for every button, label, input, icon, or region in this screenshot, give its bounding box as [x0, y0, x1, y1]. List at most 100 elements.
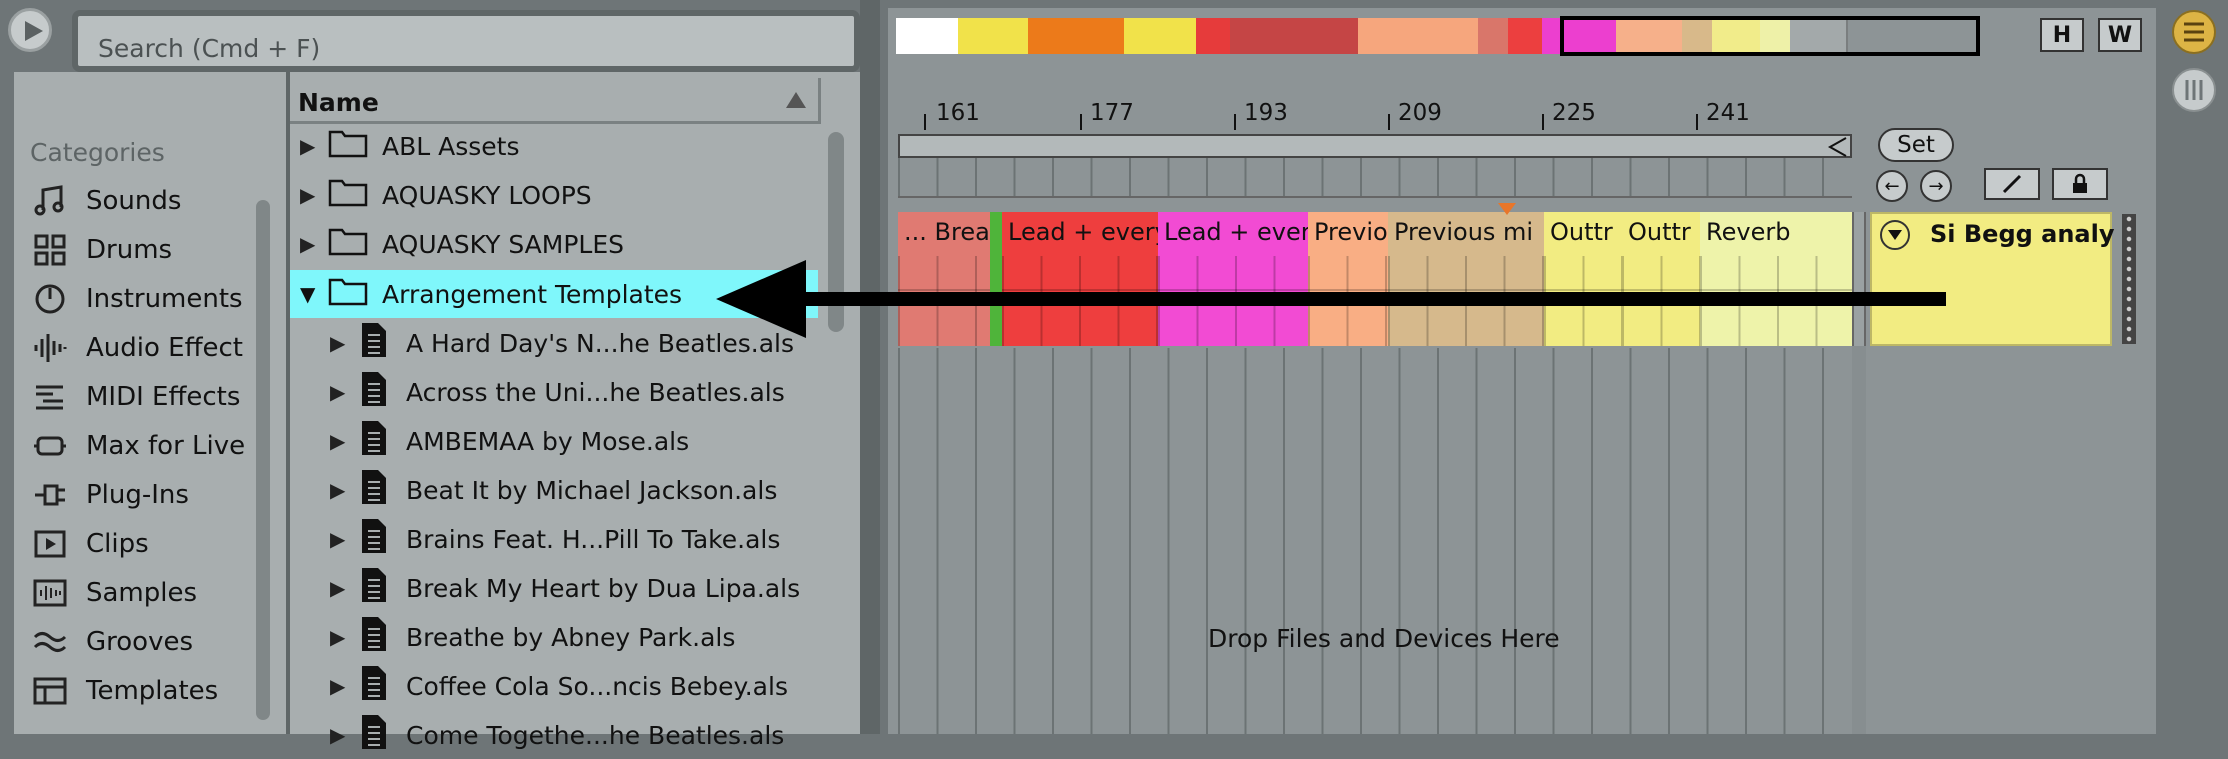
track-scroll-divider[interactable] — [1852, 212, 1866, 346]
ruler-label: 193 — [1244, 100, 1288, 126]
expand-triangle-icon[interactable]: ▶ — [330, 380, 348, 404]
category-sounds[interactable]: Sounds — [30, 181, 181, 221]
mixer-toggle-button[interactable] — [2172, 68, 2216, 112]
clip[interactable]: Lead + every — [1002, 212, 1158, 346]
overview-segment — [1124, 18, 1198, 54]
ruler-tick — [1696, 114, 1698, 130]
folder-icon — [328, 128, 368, 164]
clip-name: Lead + ever — [1164, 218, 1308, 246]
arrow-left-icon: ← — [1884, 175, 1900, 197]
file-row[interactable]: ▶ Breathe by Abney Park.als — [290, 613, 818, 661]
expand-triangle-icon[interactable]: ▶ — [300, 183, 318, 207]
folder-row[interactable]: ▶ AQUASKY LOOPS — [290, 171, 818, 219]
preview-play-button[interactable] — [8, 8, 52, 52]
lock-envelopes-button[interactable] — [2052, 168, 2108, 200]
file-row[interactable]: ▶ Come Togethe...he Beatles.als — [290, 711, 818, 759]
category-drums[interactable]: Drums — [30, 230, 172, 270]
file-row[interactable]: ▶ Brains Feat. H...Pill To Take.als — [290, 515, 818, 563]
folder-label: AQUASKY SAMPLES — [382, 229, 625, 259]
category-max-for-live[interactable]: Max for Live — [30, 426, 245, 466]
set-locator-button[interactable]: Set — [1878, 128, 1954, 162]
pencil-icon — [2002, 174, 2022, 194]
file-label: AMBEMAA by Mose.als — [406, 426, 690, 456]
live-set-file-icon — [360, 321, 388, 365]
ruler-tick — [1388, 114, 1390, 130]
clip-name: Previous mi — [1394, 218, 1534, 246]
playhead-marker-icon — [1498, 200, 1516, 219]
mixer-icon — [2185, 80, 2203, 100]
track-resize-handle[interactable] — [2122, 214, 2136, 344]
category-midi-effects[interactable]: MIDI Effects — [30, 377, 240, 417]
collapse-triangle-icon[interactable]: ▼ — [300, 282, 318, 306]
browser-splitter[interactable] — [860, 0, 880, 734]
file-row[interactable]: ▶ Break My Heart by Dua Lipa.als — [290, 564, 818, 612]
category-templates[interactable]: Templates — [30, 671, 218, 711]
beat-time-ruler[interactable] — [898, 158, 1852, 198]
file-row[interactable]: ▶ Coffee Cola So...ncis Bebey.als — [290, 662, 818, 710]
menu-button[interactable] — [2172, 10, 2216, 54]
clip[interactable]: Previo — [1308, 212, 1388, 346]
draw-mode-button[interactable] — [1984, 168, 2040, 200]
drop-area[interactable] — [898, 348, 1852, 734]
live-set-file-icon — [360, 517, 388, 561]
expand-triangle-icon[interactable]: ▶ — [330, 331, 348, 355]
file-label: Coffee Cola So...ncis Bebey.als — [406, 671, 788, 701]
overview-segment — [958, 18, 1030, 54]
overview-visible-range[interactable] — [1560, 16, 1980, 56]
clip-name: Previo — [1314, 218, 1388, 246]
category-label: Drums — [86, 235, 173, 265]
clip[interactable]: Outtr — [1544, 212, 1622, 346]
audio-track-lane[interactable]: ... Brea Lead + every Lead + ever Previo… — [898, 212, 1852, 346]
annotation-arrow-head-icon — [716, 260, 806, 342]
sort-ascending-icon[interactable] — [786, 92, 806, 112]
clip-name: Reverb — [1706, 218, 1791, 246]
track-fold-button[interactable] — [1880, 220, 1910, 250]
expand-triangle-icon[interactable]: ▶ — [330, 576, 348, 600]
max-for-live-icon — [30, 428, 70, 464]
folder-icon — [328, 226, 368, 262]
folder-row[interactable]: ▶ ABL Assets — [290, 122, 818, 170]
ruler-tick — [1542, 114, 1544, 130]
ruler-label: 177 — [1090, 100, 1134, 126]
expand-triangle-icon[interactable]: ▶ — [330, 625, 348, 649]
category-plug-ins[interactable]: Plug-Ins — [30, 475, 189, 515]
lock-icon — [2073, 173, 2087, 193]
expand-triangle-icon[interactable]: ▶ — [330, 723, 348, 747]
clip[interactable]: Outtr — [1622, 212, 1700, 346]
loop-brace-bar[interactable] — [898, 134, 1852, 158]
zoom-height-button[interactable]: H — [2040, 18, 2084, 52]
drop-hint: Drop Files and Devices Here — [1208, 624, 1560, 653]
audio-effect-icon — [30, 330, 70, 366]
track-name[interactable]: Si Begg analy — [1930, 220, 2115, 248]
ruler-label: 241 — [1706, 100, 1750, 126]
search-input[interactable]: Search (Cmd + F) — [72, 10, 860, 72]
expand-triangle-icon[interactable]: ▶ — [300, 134, 318, 158]
midi-effects-icon — [30, 379, 70, 415]
file-row[interactable]: ▶ Across the Uni...he Beatles.als — [290, 368, 818, 416]
expand-triangle-icon[interactable]: ▶ — [330, 674, 348, 698]
clip[interactable]: Reverb — [1700, 212, 1852, 346]
categories-scrollbar[interactable] — [256, 200, 270, 720]
previous-locator-button[interactable]: ← — [1876, 170, 1908, 202]
zoom-width-button[interactable]: W — [2098, 18, 2142, 52]
clip-icon — [30, 526, 70, 562]
category-label: MIDI Effects — [86, 382, 241, 412]
category-grooves[interactable]: Grooves — [30, 622, 193, 662]
expand-triangle-icon[interactable]: ▶ — [300, 232, 318, 256]
name-column-header[interactable]: Name — [290, 78, 818, 124]
category-samples[interactable]: Samples — [30, 573, 197, 613]
expand-triangle-icon[interactable]: ▶ — [330, 527, 348, 551]
next-locator-button[interactable]: → — [1920, 170, 1952, 202]
category-audio-effect[interactable]: Audio Effect — [30, 328, 243, 368]
expand-triangle-icon[interactable]: ▶ — [330, 478, 348, 502]
clip[interactable]: Lead + ever — [1158, 212, 1308, 346]
category-clips[interactable]: Clips — [30, 524, 149, 564]
file-row[interactable]: ▶ Beat It by Michael Jackson.als — [290, 466, 818, 514]
file-label: Across the Uni...he Beatles.als — [406, 377, 785, 407]
live-set-file-icon — [360, 419, 388, 463]
file-row[interactable]: ▶ AMBEMAA by Mose.als — [290, 417, 818, 465]
expand-triangle-icon[interactable]: ▶ — [330, 429, 348, 453]
clip[interactable]: Previous mi — [1388, 212, 1544, 346]
clip[interactable]: ... Brea — [898, 212, 990, 346]
category-instruments[interactable]: Instruments — [30, 279, 243, 319]
